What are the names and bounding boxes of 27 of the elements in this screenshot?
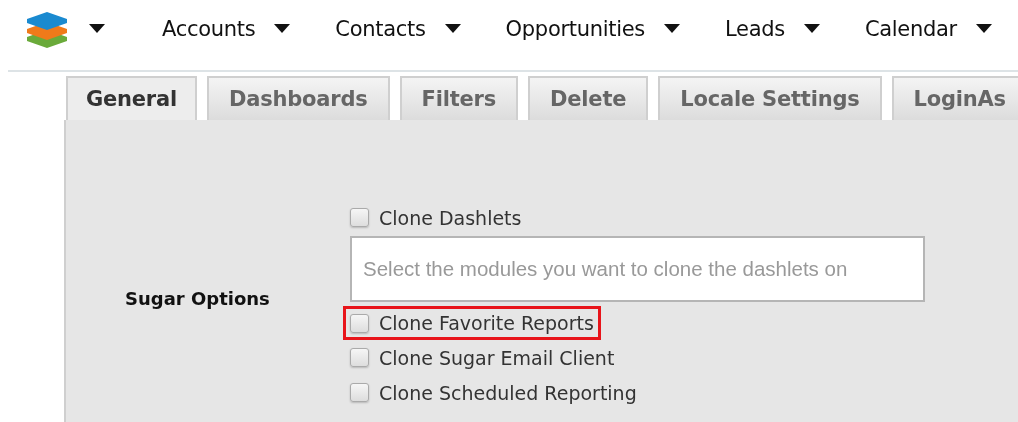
checkbox[interactable] <box>350 208 369 227</box>
nav-menu-item[interactable]: Opportunities <box>505 17 645 41</box>
nav-menu-item[interactable]: Accounts <box>162 17 256 41</box>
nav-menu-item[interactable]: Leads <box>725 17 785 41</box>
caret-icon[interactable] <box>274 24 291 34</box>
tab[interactable]: LoginAs <box>891 76 1018 120</box>
checkbox-label: Clone Favorite Reports <box>379 312 594 334</box>
section-label: Sugar Options <box>125 288 271 311</box>
caret-icon[interactable] <box>975 24 992 34</box>
checkbox[interactable] <box>350 383 369 402</box>
checkbox-label: Clone Dashlets <box>379 206 522 229</box>
tab[interactable]: Dashboards <box>207 76 390 120</box>
checkbox[interactable] <box>350 313 369 333</box>
caret-icon[interactable] <box>664 24 680 34</box>
nav-menu-item[interactable]: Calendar <box>864 17 957 41</box>
checkbox[interactable] <box>350 348 369 367</box>
nav-menu-item[interactable]: Contacts <box>335 17 426 41</box>
tab[interactable]: General <box>66 76 197 120</box>
caret-icon[interactable] <box>444 24 461 34</box>
caret-icon[interactable] <box>89 24 105 34</box>
checkbox-label: Clone Scheduled Reporting <box>379 381 637 404</box>
caret-icon[interactable] <box>803 24 820 34</box>
stacked-layers-logo-icon[interactable] <box>25 10 69 48</box>
tab[interactable]: Filters <box>399 76 519 120</box>
tab[interactable]: Locale Settings <box>658 76 882 120</box>
tab[interactable]: Delete <box>528 76 649 120</box>
checkbox-label: Clone Sugar Email Client <box>379 346 615 369</box>
